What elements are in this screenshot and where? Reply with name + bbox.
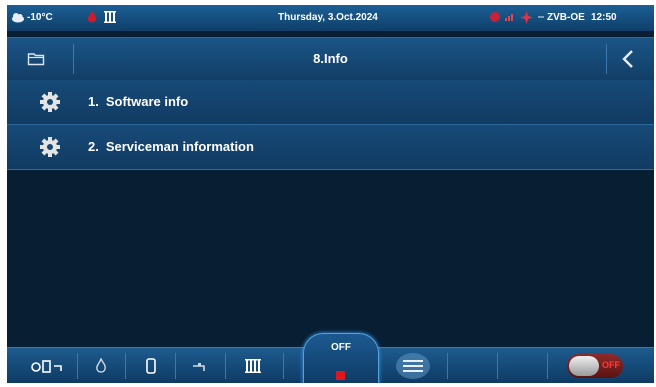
clock-time: 12:50 [591, 12, 617, 23]
back-button[interactable] [608, 42, 652, 76]
burner-button[interactable] [91, 352, 111, 380]
divider [497, 353, 498, 379]
radiator-icon [103, 10, 117, 24]
main-menu-button[interactable] [395, 352, 431, 380]
menu-item-number: 2. [88, 139, 99, 154]
weather-cloud-icon [11, 11, 25, 23]
wifi-icon [504, 12, 514, 22]
heater-button[interactable] [241, 352, 267, 380]
menu-item-text: Serviceman information [105, 139, 254, 154]
date-display: Thursday, 3.Oct.2024 [278, 12, 378, 23]
status-bar: -10°C Thursday, 3.Oct.2024 ZVB-OE 12:50 [7, 5, 654, 31]
gear-icon [39, 136, 61, 158]
menu-item-text: Software info [105, 94, 189, 109]
tap-icon [192, 360, 210, 378]
system-mode-button[interactable] [29, 352, 67, 380]
menu-item-label: 1. Software info [88, 94, 188, 109]
controller-screen: -10°C Thursday, 3.Oct.2024 ZVB-OE 12:50 [7, 5, 654, 383]
divider [77, 353, 78, 379]
off-indicator [336, 371, 345, 380]
title-bar: 8.Info [7, 37, 654, 81]
divider [547, 353, 548, 379]
power-toggle[interactable]: OFF [567, 354, 623, 378]
toggle-label: OFF [602, 360, 620, 370]
flame-icon [85, 10, 99, 24]
menu-icon [395, 352, 431, 383]
alarm-icon [488, 10, 502, 24]
operating-mode-label: OFF [331, 342, 351, 353]
page-title: 8.Info [313, 51, 348, 66]
outdoor-temperature: -10°C [27, 12, 53, 23]
divider [447, 353, 448, 379]
fan-icon [519, 10, 534, 25]
gear-icon [39, 91, 61, 113]
menu-item-label: 2. Serviceman information [88, 139, 254, 154]
menu-item-number: 1. [88, 94, 99, 109]
menu-item-software-info[interactable]: 1. Software info [7, 80, 654, 125]
divider [606, 44, 607, 74]
menu-item-serviceman-information[interactable]: 2. Serviceman information [7, 125, 654, 170]
divider [283, 353, 284, 379]
divider [125, 353, 126, 379]
heater-icon [244, 358, 262, 379]
boiler-icon [145, 357, 157, 380]
toggle-knob [569, 356, 599, 376]
device-name: ZVB-OE [547, 12, 585, 23]
back-icon [621, 49, 635, 74]
burner-icon [95, 357, 107, 379]
boiler-button[interactable] [141, 352, 161, 380]
signal-icon [537, 12, 545, 22]
system-mode-icon [31, 358, 65, 379]
divider [175, 353, 176, 379]
divider [225, 353, 226, 379]
tap-button[interactable] [189, 352, 213, 380]
operating-mode-button[interactable]: OFF [303, 333, 379, 383]
